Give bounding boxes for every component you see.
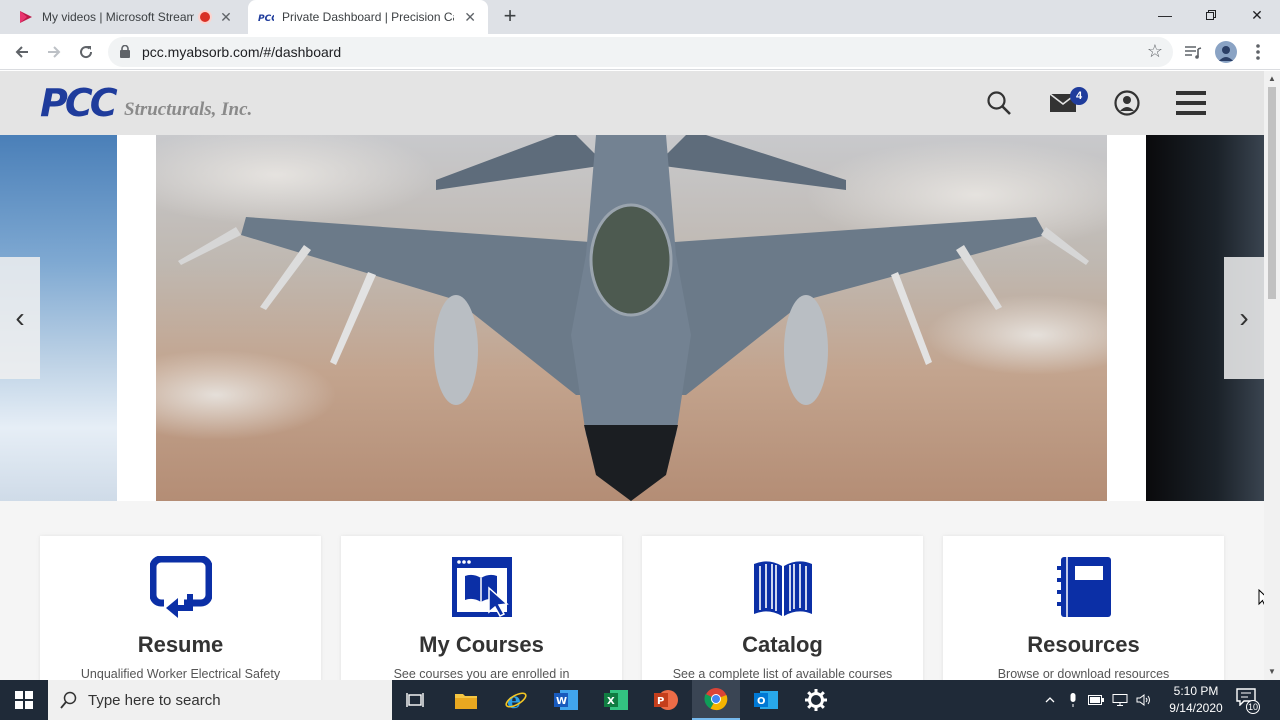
excel-icon[interactable]: X <box>592 680 640 720</box>
message-count-badge: 4 <box>1070 87 1088 105</box>
banner-carousel: ‹ › <box>0 135 1264 501</box>
lock-icon <box>120 45 130 58</box>
screen: My videos | Microsoft Stream ✕ PCC Priva… <box>0 0 1280 720</box>
tab-private-dashboard[interactable]: PCC Private Dashboard | Precision Castpa… <box>248 0 488 34</box>
task-view-icon[interactable] <box>392 680 440 720</box>
tab-strip: My videos | Microsoft Stream ✕ PCC Priva… <box>0 0 1280 34</box>
media-control-icon[interactable] <box>1181 40 1205 64</box>
svg-text:O: O <box>757 696 766 707</box>
show-hidden-icons-chevron-icon[interactable] <box>1040 680 1060 720</box>
outlook-icon[interactable]: O <box>742 680 790 720</box>
tile-title: Resume <box>137 632 224 657</box>
svg-text:X: X <box>607 696 615 707</box>
chrome-menu-icon[interactable] <box>1246 40 1270 64</box>
hamburger-menu-icon[interactable] <box>1175 87 1207 119</box>
microphone-icon[interactable] <box>1064 680 1082 720</box>
tile-resume[interactable]: Resume Unqualified Worker Electrical Saf… <box>40 536 321 680</box>
tab-title: Private Dashboard | Precision Castparts <box>282 10 454 24</box>
resources-notebook-icon <box>1057 557 1111 617</box>
catalog-book-icon <box>754 561 812 616</box>
word-icon[interactable]: W <box>542 680 590 720</box>
carousel-next-button[interactable]: › <box>1224 257 1264 379</box>
page-content: PCC Structurals, Inc. 4 ‹ › Resume Unqua… <box>0 71 1264 680</box>
tile-description: Unqualified Worker Electrical Safety <box>80 667 281 680</box>
close-window-button[interactable]: ✕ <box>1234 0 1280 30</box>
svg-text:W: W <box>556 696 567 707</box>
tile-title: My Courses <box>419 632 544 657</box>
system-clock[interactable]: 5:10 PM 9/14/2020 <box>1160 683 1232 717</box>
search-icon <box>60 691 77 709</box>
chrome-icon[interactable] <box>692 680 740 720</box>
carousel-prev-button[interactable]: ‹ <box>0 257 40 379</box>
volume-icon[interactable] <box>1134 680 1154 720</box>
tile-title: Resources <box>1027 632 1140 657</box>
windows-logo-icon <box>15 691 33 709</box>
tab-title: My videos | Microsoft Stream <box>42 10 194 24</box>
tile-title: Catalog <box>742 632 823 657</box>
tile-catalog[interactable]: Catalog See a complete list of available… <box>642 536 923 680</box>
chevron-right-icon: › <box>1239 302 1249 333</box>
restore-button[interactable] <box>1188 0 1234 30</box>
settings-gear-icon[interactable] <box>792 680 840 720</box>
windows-taskbar: Type here to search e W X P O 5:10 PM 9/… <box>0 680 1280 720</box>
scroll-up-arrow-icon[interactable]: ▲ <box>1268 75 1276 83</box>
file-explorer-icon[interactable] <box>442 680 490 720</box>
page-scrollbar[interactable]: ▲ ▼ <box>1264 71 1280 680</box>
tile-description: See courses you are enrolled in <box>393 667 570 680</box>
fighter-jet-image <box>156 135 1107 501</box>
tile-my-courses[interactable]: My Courses See courses you are enrolled … <box>341 536 622 680</box>
address-bar[interactable]: pcc.myabsorb.com/#/dashboard ☆ <box>108 37 1173 67</box>
stream-icon <box>18 9 34 25</box>
resume-icon <box>150 556 212 618</box>
back-button[interactable] <box>10 40 34 64</box>
my-courses-icon <box>452 557 512 617</box>
svg-text:PCC: PCC <box>258 14 274 22</box>
scrollbar-thumb[interactable] <box>1268 87 1276 299</box>
forward-button[interactable] <box>42 40 66 64</box>
new-tab-button[interactable]: + <box>498 5 522 29</box>
tile-description: Browse or download resources <box>997 667 1170 680</box>
close-tab-icon[interactable]: ✕ <box>218 9 234 26</box>
internet-explorer-icon[interactable]: e <box>492 680 540 720</box>
svg-text:P: P <box>657 696 664 707</box>
tab-microsoft-stream[interactable]: My videos | Microsoft Stream ✕ <box>8 0 248 34</box>
account-icon[interactable] <box>1111 87 1143 119</box>
recording-icon <box>200 12 210 22</box>
site-header: PCC Structurals, Inc. 4 <box>0 71 1264 135</box>
action-center-button[interactable]: 10 <box>1236 688 1260 714</box>
battery-icon[interactable] <box>1086 680 1106 720</box>
powerpoint-icon[interactable]: P <box>642 680 690 720</box>
start-button[interactable] <box>0 680 48 720</box>
scroll-down-arrow-icon[interactable]: ▼ <box>1268 668 1276 676</box>
search-placeholder: Type here to search <box>88 692 221 709</box>
logo-mark: PCC <box>40 81 118 125</box>
chevron-left-icon: ‹ <box>15 302 25 333</box>
bookmark-star-icon[interactable]: ☆ <box>1147 41 1163 62</box>
profile-avatar[interactable] <box>1214 40 1238 64</box>
carousel-slide-fighter-jet[interactable] <box>156 135 1107 501</box>
clock-time: 5:10 PM <box>1173 684 1219 698</box>
search-icon[interactable] <box>983 87 1015 119</box>
close-tab-icon[interactable]: ✕ <box>462 9 478 26</box>
taskbar-search[interactable]: Type here to search <box>48 680 392 720</box>
clock-date: 9/14/2020 <box>1169 701 1223 715</box>
pcc-favicon-icon: PCC <box>258 9 274 25</box>
network-icon[interactable] <box>1110 680 1130 720</box>
tile-resources[interactable]: Resources Browse or download resources <box>943 536 1224 680</box>
url-text: pcc.myabsorb.com/#/dashboard <box>142 44 342 60</box>
notification-count-badge: 10 <box>1246 700 1260 714</box>
logo-company-name: Structurals, Inc. <box>124 99 253 120</box>
reload-button[interactable] <box>74 40 98 64</box>
minimize-button[interactable]: — <box>1142 0 1188 30</box>
browser-toolbar: pcc.myabsorb.com/#/dashboard ☆ <box>0 34 1280 70</box>
tile-description: See a complete list of available courses <box>672 667 893 680</box>
